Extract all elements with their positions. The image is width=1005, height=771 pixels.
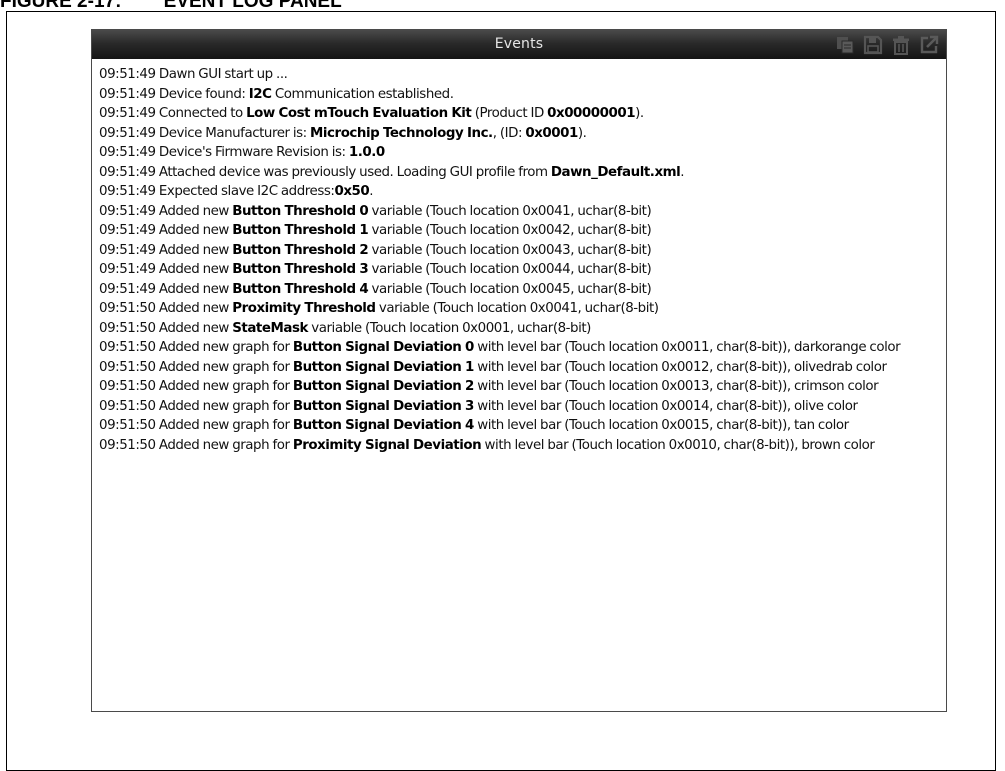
log-entry-text: (Product ID	[471, 106, 548, 121]
log-entry: 09:51:49 Device Manufacturer is: Microch…	[99, 124, 940, 144]
log-entry-emphasis: I2C	[248, 86, 272, 102]
log-entry: 09:51:49 Added new Button Threshold 4 va…	[99, 280, 940, 300]
log-entry-text: with level bar (Touch location 0x0014, c…	[473, 398, 858, 414]
log-entry-emphasis: 0x00000001	[547, 106, 636, 121]
log-entry-text: ).	[577, 125, 587, 141]
log-entry: 09:51:50 Added new graph for Proximity S…	[99, 436, 940, 456]
log-entry: 09:51:50 Added new graph for Button Sign…	[99, 338, 940, 358]
log-entry-text: variable (Touch location 0x0041, uchar(8…	[368, 203, 652, 219]
log-entry-text: 09:51:49 Added new	[99, 242, 233, 258]
log-entry: 09:51:50 Added new StateMask variable (T…	[99, 319, 940, 339]
log-entry-text: 09:51:49 Added new	[99, 262, 233, 277]
log-entry-text: variable (Touch location 0x0045, uchar(8…	[368, 281, 652, 297]
log-entry: 09:51:49 Added new Button Threshold 1 va…	[99, 221, 940, 241]
log-entry-text: 09:51:49 Added new	[99, 223, 233, 238]
log-entry-text: 09:51:49 Added new	[99, 281, 233, 297]
log-entry-text: 09:51:49 Dawn GUI start up ...	[99, 67, 288, 82]
log-entry-emphasis: Button Signal Deviation 3	[292, 398, 475, 414]
log-entry-text: with level bar (Touch location 0x0012, c…	[473, 359, 887, 375]
log-entry-text: with level bar (Touch location 0x0010, c…	[481, 437, 875, 453]
log-entry: 09:51:49 Device's Firmware Revision is: …	[99, 143, 940, 163]
log-entry-emphasis: Button Threshold 4	[232, 281, 369, 297]
log-entry: 09:51:50 Added new graph for Button Sign…	[99, 397, 940, 417]
log-entry: 09:51:49 Added new Button Threshold 3 va…	[99, 260, 940, 280]
log-entry-text: 09:51:49 Attached device was previously …	[99, 164, 551, 180]
log-entry: 09:51:49 Connected to Low Cost mTouch Ev…	[99, 104, 940, 124]
copy-icon[interactable]	[835, 35, 855, 55]
log-entry: 09:51:49 Expected slave I2C address:0x50…	[99, 182, 940, 202]
log-entry-text: 09:51:50 Added new graph for	[99, 398, 293, 414]
log-entry-emphasis: Microchip Technology Inc.	[310, 125, 493, 141]
log-entry-text: variable (Touch location 0x0041, uchar(8…	[375, 301, 659, 316]
log-entry-text: with level bar (Touch location 0x0011, c…	[473, 340, 901, 355]
log-entry-text: 09:51:50 Added new graph for	[99, 437, 293, 453]
trash-icon[interactable]	[891, 35, 911, 55]
log-entry-text: 09:51:49 Device Manufacturer is:	[99, 125, 311, 141]
log-entry-text: 09:51:50 Added new graph for	[99, 340, 293, 355]
log-entry-emphasis: Dawn_Default.xml	[550, 164, 681, 180]
log-entry-text: variable (Touch location 0x0042, uchar(8…	[368, 223, 652, 238]
log-entry: 09:51:49 Attached device was previously …	[99, 163, 940, 183]
log-entry-emphasis: Proximity Signal Deviation	[292, 437, 482, 453]
log-entry-text: variable (Touch location 0x0001, uchar(8…	[307, 320, 591, 336]
log-entry-emphasis: Button Signal Deviation 0	[292, 340, 475, 355]
panel-titlebar: Events	[92, 30, 946, 59]
log-entry-emphasis: 1.0.0	[348, 145, 385, 160]
log-entry-text: 09:51:50 Added new graph for	[99, 379, 293, 394]
log-entry-text: 09:51:50 Added new	[99, 301, 233, 316]
log-entry-text: with level bar (Touch location 0x0013, c…	[473, 379, 879, 394]
log-entry-text: 09:51:50 Added new graph for	[99, 359, 293, 375]
log-entry: 09:51:49 Dawn GUI start up ...	[99, 65, 940, 85]
log-entry: 09:51:49 Added new Button Threshold 2 va…	[99, 241, 940, 261]
log-entry: 09:51:49 Device found: I2C Communication…	[99, 85, 940, 105]
log-entry-text: .	[680, 164, 685, 180]
log-entry-emphasis: 0x50	[334, 184, 370, 199]
log-entry-emphasis: Low Cost mTouch Evaluation Kit	[246, 106, 472, 121]
log-entry-emphasis: Button Threshold 3	[232, 262, 369, 277]
log-entry-text: 09:51:50 Added new graph for	[99, 418, 293, 433]
log-entry-text: 09:51:50 Added new	[99, 320, 233, 336]
log-entry-emphasis: 0x0001	[525, 125, 578, 141]
log-entry-text: with level bar (Touch location 0x0015, c…	[473, 418, 849, 433]
log-entry-text: 09:51:49 Device found:	[99, 86, 249, 102]
log-entry: 09:51:50 Added new Proximity Threshold v…	[99, 299, 940, 319]
log-entry-emphasis: Button Threshold 0	[232, 203, 369, 219]
log-entry-emphasis: StateMask	[232, 320, 308, 336]
events-panel: Events 09:51:49 Dawn GUI start up ... 09:…	[91, 29, 947, 712]
log-entry-emphasis: Button Threshold 2	[232, 242, 369, 258]
log-entry-text: 09:51:49 Expected slave I2C address:	[99, 184, 335, 199]
log-entry-text: .	[369, 184, 374, 199]
save-icon[interactable]	[863, 35, 883, 55]
log-entry-emphasis: Button Signal Deviation 4	[292, 418, 475, 433]
log-entry-text: variable (Touch location 0x0044, uchar(8…	[368, 262, 652, 277]
log-entry-text: Communication established.	[271, 86, 454, 102]
log-entry-text: variable (Touch location 0x0043, uchar(8…	[368, 242, 652, 258]
log-entry-emphasis: Button Threshold 1	[232, 223, 369, 238]
log-entry: 09:51:50 Added new graph for Button Sign…	[99, 416, 940, 436]
log-entry-text: ).	[635, 106, 644, 121]
popout-icon[interactable]	[919, 35, 939, 55]
log-entry-emphasis: Proximity Threshold	[232, 301, 376, 316]
log-entry: 09:51:49 Added new Button Threshold 0 va…	[99, 202, 940, 222]
log-entry-emphasis: Button Signal Deviation 2	[292, 379, 475, 394]
log-entry: 09:51:50 Added new graph for Button Sign…	[99, 377, 940, 397]
log-entry-text: 09:51:49 Connected to	[99, 106, 247, 121]
log-entry-text: 09:51:49 Added new	[99, 203, 233, 219]
log-entry-text: 09:51:49 Device's Firmware Revision is:	[99, 145, 349, 160]
log-entry-text: , (ID:	[492, 125, 526, 141]
event-log: 09:51:49 Dawn GUI start up ... 09:51:49 D…	[99, 65, 940, 455]
log-entry-emphasis: Button Signal Deviation 1	[292, 359, 475, 375]
log-entry: 09:51:50 Added new graph for Button Sign…	[99, 358, 940, 378]
panel-title: Events	[494, 36, 544, 52]
panel-toolbar	[835, 35, 939, 55]
